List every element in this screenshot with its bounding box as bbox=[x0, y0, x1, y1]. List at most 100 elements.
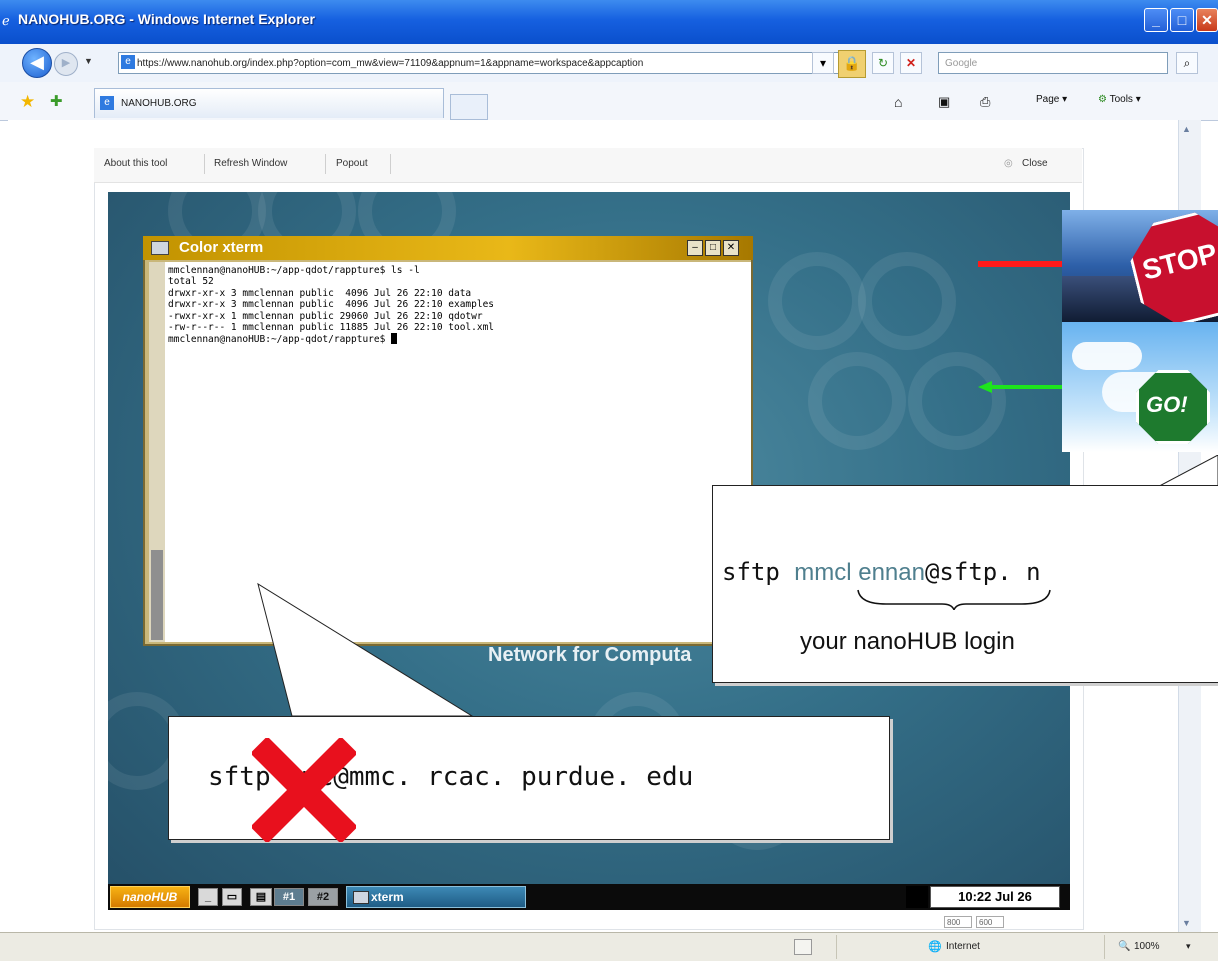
lock-icon[interactable]: 🔒 bbox=[838, 50, 866, 78]
scroll-up-icon[interactable]: ▲ bbox=[1182, 124, 1191, 134]
ie-icon: ℯ bbox=[2, 13, 10, 28]
cloud-decoration bbox=[1072, 342, 1142, 370]
history-dropdown-icon[interactable]: ▼ bbox=[84, 56, 93, 66]
search-input[interactable]: Google bbox=[938, 52, 1168, 74]
xterm-task-button[interactable]: xterm bbox=[346, 886, 526, 908]
xterm-task-label: xterm bbox=[371, 890, 404, 904]
width-input[interactable]: 800 bbox=[944, 916, 972, 928]
toolbar-separator bbox=[325, 154, 326, 174]
workspace-2-button[interactable]: #2 bbox=[308, 888, 338, 906]
terminal-prompt: mmclennan@nanoHUB:~/app-qdot/rappture$ bbox=[168, 334, 392, 346]
close-tool-icon[interactable]: ◎ bbox=[1004, 158, 1013, 169]
window-list-button[interactable]: ▭ bbox=[222, 888, 242, 906]
zoom-dropdown-icon[interactable]: ▾ bbox=[1186, 941, 1191, 952]
terminal-line: drwxr-xr-x 3 mmclennan public 4096 Jul 2… bbox=[168, 287, 472, 299]
login-caption: your nanoHUB login bbox=[800, 628, 1015, 655]
xterm-titlebar[interactable]: Color xterm – □ ✕ bbox=[143, 236, 753, 260]
go-sign-text: GO! bbox=[1146, 392, 1188, 417]
new-tab-button[interactable] bbox=[450, 94, 488, 120]
nanohub-logo-button[interactable]: nanoHUB bbox=[110, 886, 190, 908]
tools-menu[interactable]: ⚙ Tools ▾ bbox=[1098, 94, 1141, 105]
search-icon[interactable]: ⌕ bbox=[1176, 52, 1198, 74]
callout-wrong-pointer bbox=[257, 582, 474, 717]
sftp-cmd: sftp bbox=[722, 558, 795, 586]
terminal-prompt-line[interactable]: mmclennan@nanoHUB:~/app-qdot/rappture$ bbox=[168, 333, 494, 345]
terminal-line: mmclennan@nanoHUB:~/app-qdot/rappture$ l… bbox=[168, 265, 420, 276]
xterm-maximize-button[interactable]: □ bbox=[705, 240, 721, 256]
globe-icon: 🌐 bbox=[928, 941, 942, 953]
workspace-1-button[interactable]: #1 bbox=[274, 888, 304, 906]
toolbar-separator bbox=[204, 154, 205, 174]
terminal-line: drwxr-xr-x 3 mmclennan public 4096 Jul 2… bbox=[168, 299, 495, 311]
login-brace bbox=[857, 589, 1051, 610]
popout-link[interactable]: Popout bbox=[336, 158, 368, 169]
window-titlebar: ℯ NANOHUB.ORG - Windows Internet Explore… bbox=[0, 0, 1218, 44]
xterm-window-icon bbox=[151, 241, 169, 255]
about-tool-link[interactable]: About this tool bbox=[104, 158, 167, 169]
terminal-line: -rwxr-xr-x 1 mmclennan public 29060 Jul … bbox=[168, 310, 483, 322]
terminal-line: -rw-r--r-- 1 mmclennan public 11885 Jul … bbox=[168, 322, 495, 334]
sftp-host: @sftp. n bbox=[924, 558, 1041, 586]
refresh-window-link[interactable]: Refresh Window bbox=[214, 158, 287, 169]
feeds-icon[interactable]: ▣ bbox=[938, 94, 950, 110]
maximize-button[interactable]: □ bbox=[1170, 8, 1194, 32]
window-title: NANOHUB.ORG - Windows Internet Explorer bbox=[18, 11, 316, 27]
stop-arrow bbox=[978, 254, 1062, 267]
refresh-icon[interactable]: ↻ bbox=[872, 52, 894, 74]
status-bar: 🌐 Internet 🔍 100% ▾ bbox=[0, 932, 1218, 961]
close-window-button[interactable]: ✕ bbox=[1196, 8, 1218, 32]
red-x-icon bbox=[252, 738, 356, 842]
forward-button[interactable]: ▶ bbox=[54, 52, 78, 76]
status-separator bbox=[1104, 935, 1105, 959]
background-pattern bbox=[808, 352, 906, 450]
minimize-button[interactable]: _ bbox=[1144, 8, 1168, 32]
taskbar-clock: 10:22 Jul 26 bbox=[930, 886, 1060, 908]
favorites-star-icon[interactable]: ★ bbox=[20, 92, 35, 112]
page-menu[interactable]: Page ▾ bbox=[1036, 94, 1067, 105]
xterm-task-icon bbox=[353, 891, 369, 904]
home-icon[interactable]: ⌂ bbox=[894, 94, 902, 110]
zoom-level[interactable]: 100% bbox=[1134, 941, 1160, 952]
close-tool-link[interactable]: Close bbox=[1022, 158, 1048, 169]
protected-mode-icon bbox=[794, 939, 812, 955]
tab-favicon-icon: e bbox=[100, 96, 114, 110]
stop-arrow-line bbox=[978, 261, 1062, 267]
background-pattern bbox=[768, 252, 866, 350]
address-bar[interactable]: https://www.nanohub.org/index.php?option… bbox=[118, 52, 848, 74]
terminal-output: mmclennan@nanoHUB:~/app-qdot/rappture$ l… bbox=[168, 265, 494, 346]
desktop-banner-text: Network for Computa bbox=[488, 644, 692, 666]
zoom-icon[interactable]: 🔍 bbox=[1118, 941, 1130, 952]
minimize-all-button[interactable]: _ bbox=[198, 888, 218, 906]
xterm-minimize-button[interactable]: – bbox=[687, 240, 703, 256]
status-separator bbox=[836, 935, 837, 959]
height-input[interactable]: 600 bbox=[976, 916, 1004, 928]
login-username: mmcl ennan bbox=[794, 559, 925, 586]
tools-menu-label: Tools bbox=[1109, 94, 1133, 105]
terminal-cursor bbox=[391, 333, 398, 345]
zone-label: Internet bbox=[946, 941, 980, 952]
terminal-line: total 52 bbox=[168, 276, 214, 288]
back-button[interactable]: ◀ bbox=[22, 48, 52, 78]
go-arrow-shape bbox=[978, 381, 1062, 393]
xterm-title: Color xterm bbox=[179, 239, 264, 256]
tray-area bbox=[906, 886, 928, 908]
stop-sign-image: STOP bbox=[1062, 210, 1218, 322]
background-pattern bbox=[858, 252, 956, 350]
xterm-close-button[interactable]: ✕ bbox=[723, 240, 739, 256]
scroll-down-icon[interactable]: ▼ bbox=[1182, 918, 1191, 928]
xterm-scroll-thumb[interactable] bbox=[151, 550, 163, 640]
tab-nanohub[interactable]: NANOHUB.ORG bbox=[94, 88, 444, 118]
page-menu-label: Page bbox=[1036, 94, 1060, 105]
sftp-correct-command: sftp mmcl ennan@sftp. n bbox=[722, 558, 1041, 587]
add-favorites-icon[interactable]: ✚ bbox=[50, 92, 63, 110]
desktop-icon[interactable]: ▤ bbox=[250, 888, 272, 906]
go-sign-image: GO! bbox=[1062, 322, 1218, 452]
page-icon: e bbox=[121, 55, 135, 69]
go-arrow bbox=[978, 380, 1062, 393]
background-pattern bbox=[908, 352, 1006, 450]
toolbar-separator bbox=[390, 154, 391, 174]
stop-icon[interactable]: ✕ bbox=[900, 52, 922, 74]
print-icon[interactable]: ⎙ bbox=[980, 94, 990, 110]
tools-gear-icon: ⚙ bbox=[1098, 94, 1107, 105]
address-dropdown-button[interactable]: ▾ bbox=[812, 52, 834, 74]
